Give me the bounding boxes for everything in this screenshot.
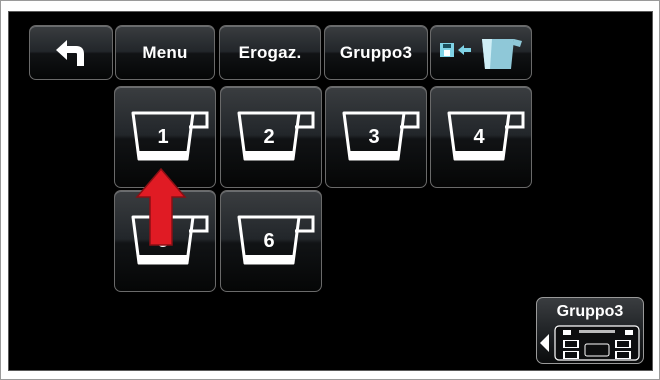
group-panel-label: Gruppo3 xyxy=(556,303,624,320)
cup-button-6[interactable]: 6 xyxy=(220,190,322,292)
cup-button-3[interactable]: 3 xyxy=(325,86,427,188)
save-to-jug-button[interactable] xyxy=(430,25,532,80)
group-panel-button[interactable]: Gruppo3 xyxy=(536,297,644,364)
back-arrow-icon xyxy=(56,39,84,66)
cup-number: 6 xyxy=(263,230,275,252)
device-frame: Menu Erogaz. Gruppo3 1 2 3 4 6 Gruppo3 xyxy=(0,0,660,380)
display-screen: Menu Erogaz. Gruppo3 1 2 3 4 6 Gruppo3 xyxy=(8,11,653,371)
cup-number: 4 xyxy=(473,126,485,148)
group-button[interactable]: Gruppo3 xyxy=(324,25,428,80)
save-to-jug-icon xyxy=(440,38,522,69)
cup-number: 3 xyxy=(368,126,380,148)
cup-number: 1 xyxy=(157,126,169,148)
cup-number: 2 xyxy=(263,126,275,148)
erogaz-button[interactable]: Erogaz. xyxy=(219,25,321,80)
cup-button-2[interactable]: 2 xyxy=(220,86,322,188)
back-button[interactable] xyxy=(29,25,113,80)
red-up-arrow-icon xyxy=(135,167,187,246)
cup-button-4[interactable]: 4 xyxy=(430,86,532,188)
group-panel-icon xyxy=(540,325,640,361)
group-button-label: Gruppo3 xyxy=(339,42,413,62)
menu-button[interactable]: Menu xyxy=(115,25,215,80)
menu-button-label: Menu xyxy=(142,42,188,62)
erogaz-button-label: Erogaz. xyxy=(238,42,302,62)
